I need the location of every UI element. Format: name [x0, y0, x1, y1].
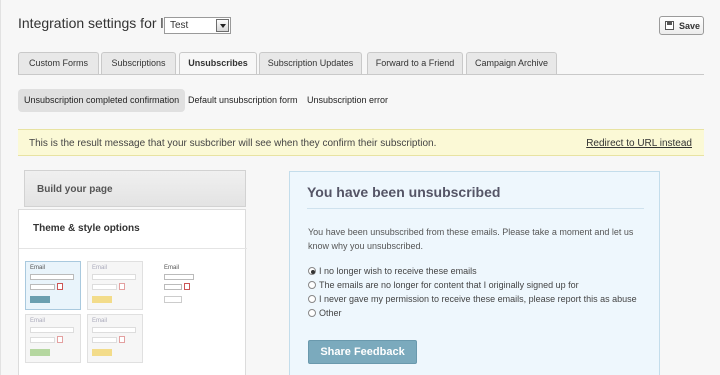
- tab-custom-forms[interactable]: Custom Forms: [18, 52, 99, 74]
- build-your-page-section[interactable]: Build your page: [24, 170, 246, 207]
- theme-thumbnail-1[interactable]: Email: [25, 261, 81, 310]
- radio-icon[interactable]: [308, 309, 316, 317]
- save-button-label: Save: [679, 21, 701, 31]
- thumb-label: Email: [30, 318, 46, 324]
- thumb-label: Email: [30, 265, 46, 271]
- thumb-input: [30, 274, 74, 280]
- page-preview: You have been unsubscribed You have been…: [289, 171, 660, 375]
- chevron-down-icon[interactable]: [216, 19, 229, 32]
- floppy-disk-icon: [665, 21, 674, 30]
- theme-options-heading: Theme & style options: [33, 223, 140, 234]
- reason-option-3[interactable]: I never gave my permission to receive th…: [308, 294, 637, 304]
- subtab-completed-confirmation[interactable]: Unsubscription completed confirmation: [18, 89, 186, 112]
- tab-subscriptions[interactable]: Subscriptions: [101, 52, 176, 74]
- sidebar: Build your page Theme & style options Em…: [18, 170, 247, 375]
- thumb-input: [92, 274, 136, 280]
- thumb-input: [92, 284, 117, 290]
- theme-options-section: Theme & style options Email Email Email: [18, 209, 247, 375]
- thumb-button: [30, 296, 50, 303]
- build-your-page-label: Build your page: [37, 184, 113, 195]
- reason-option-1[interactable]: I no longer wish to receive these emails: [308, 266, 477, 276]
- theme-thumbnail-3[interactable]: Email: [159, 261, 215, 310]
- redirect-url-link[interactable]: Redirect to URL instead: [586, 138, 692, 149]
- thumb-button: [92, 349, 112, 356]
- page-title: Integration settings for list: [18, 15, 178, 31]
- reason-option-label: I never gave my permission to receive th…: [319, 294, 637, 304]
- tab-subscription-updates[interactable]: Subscription Updates: [259, 52, 362, 74]
- subtab-default-form[interactable]: Default unsubscription form: [182, 89, 304, 112]
- thumb-label: Email: [164, 265, 180, 271]
- calendar-icon: [184, 283, 190, 290]
- thumb-label: Email: [92, 318, 108, 324]
- radio-icon[interactable]: [308, 281, 316, 289]
- tab-divider: [18, 74, 704, 75]
- reason-option-label: The emails are no longer for content tha…: [319, 280, 579, 290]
- share-feedback-button[interactable]: Share Feedback: [308, 340, 417, 364]
- thumb-input: [30, 284, 55, 290]
- thumb-input: [164, 274, 194, 280]
- tab-forward-to-a-friend[interactable]: Forward to a Friend: [367, 52, 463, 74]
- app-frame: Integration settings for list Test Save …: [0, 0, 720, 375]
- theme-thumbnail-2[interactable]: Email: [87, 261, 143, 310]
- calendar-icon: [119, 283, 125, 290]
- save-button[interactable]: Save: [659, 16, 704, 35]
- radio-icon[interactable]: [308, 295, 316, 303]
- reason-option-4[interactable]: Other: [308, 308, 342, 318]
- thumb-label: Email: [92, 265, 108, 271]
- thumb-input: [30, 327, 74, 333]
- thumb-input: [92, 337, 117, 343]
- preview-title: You have been unsubscribed: [307, 184, 501, 200]
- tab-unsubscribes[interactable]: Unsubscribes: [179, 52, 257, 75]
- thumb-input: [30, 337, 55, 343]
- radio-checked-icon[interactable]: [308, 267, 316, 275]
- reason-option-label: I no longer wish to receive these emails: [319, 266, 477, 276]
- thumb-button: [164, 296, 182, 303]
- reason-option-label: Other: [319, 308, 342, 318]
- calendar-icon: [57, 336, 63, 343]
- calendar-icon: [57, 283, 63, 290]
- subtab-unsubscription-error[interactable]: Unsubscription error: [301, 89, 394, 112]
- reason-option-2[interactable]: The emails are no longer for content tha…: [308, 280, 579, 290]
- info-banner: This is the result message that your sus…: [18, 129, 704, 156]
- thumb-button: [92, 296, 112, 303]
- preview-divider: [307, 208, 644, 209]
- thumb-button: [30, 349, 50, 356]
- list-select[interactable]: Test: [164, 17, 231, 34]
- thumb-input: [164, 284, 182, 290]
- banner-message: This is the result message that your sus…: [29, 138, 437, 149]
- theme-divider: [19, 248, 247, 249]
- tab-campaign-archive[interactable]: Campaign Archive: [466, 52, 557, 74]
- thumb-input: [92, 327, 136, 333]
- theme-thumbnail-5[interactable]: Email: [87, 314, 143, 363]
- list-select-value: Test: [170, 20, 189, 31]
- preview-body: You have been unsubscribed from these em…: [308, 227, 634, 251]
- theme-thumbnail-4[interactable]: Email: [25, 314, 81, 363]
- calendar-icon: [119, 336, 125, 343]
